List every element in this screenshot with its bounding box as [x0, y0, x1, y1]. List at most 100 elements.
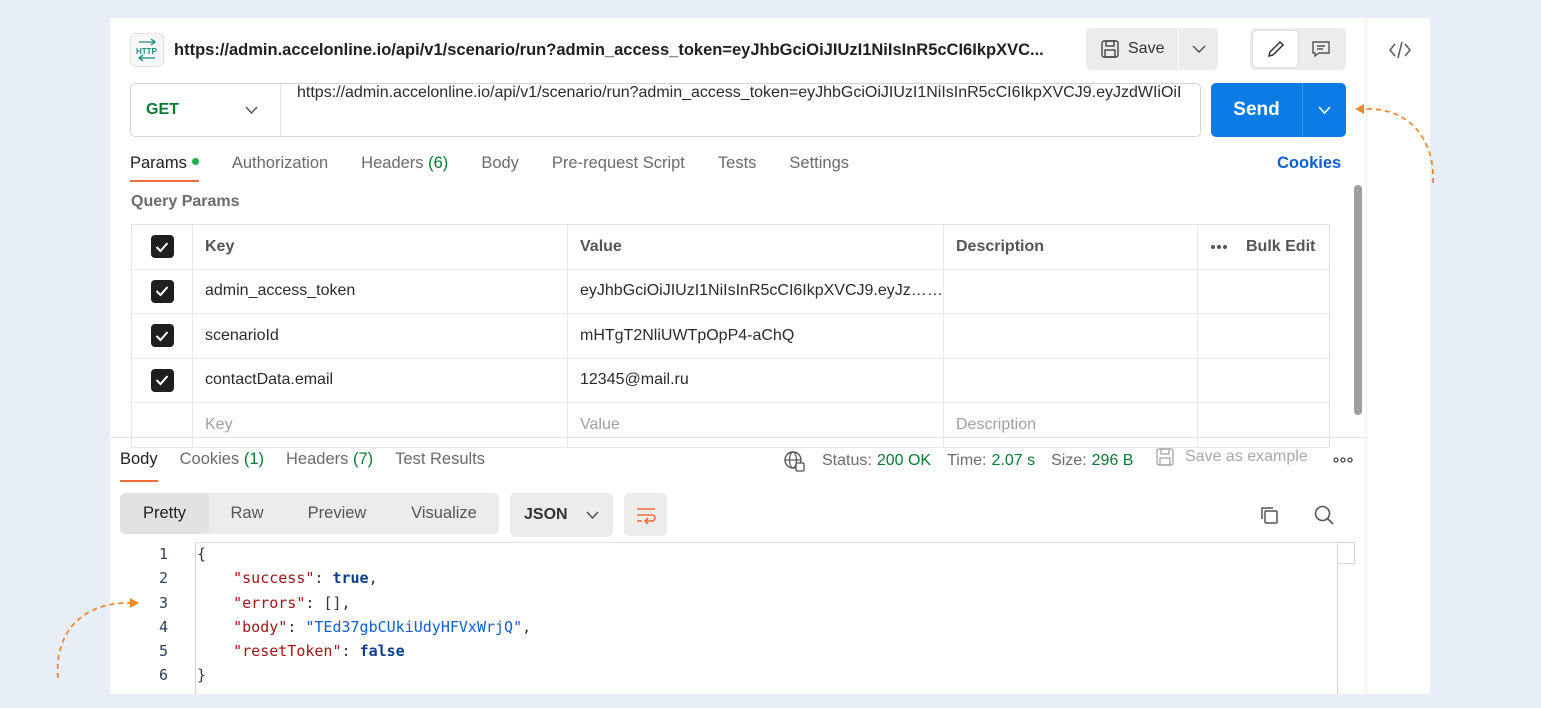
request-title[interactable]: https://admin.accelonline.io/api/v1/scen…: [174, 41, 1044, 60]
pane-divider[interactable]: [110, 437, 1366, 438]
row-checkbox[interactable]: [150, 368, 174, 392]
row-spacer: [1197, 358, 1329, 402]
code-line: 6 }: [110, 663, 206, 687]
response-meta: Status: 200 OK Time: 2.07 s Size: 296 B: [782, 448, 1133, 474]
param-key[interactable]: contactData.email: [192, 358, 567, 402]
row-checkbox[interactable]: [150, 324, 174, 348]
tab-headers[interactable]: Headers (6): [361, 150, 448, 182]
cookies-link[interactable]: Cookies: [1277, 154, 1341, 173]
check-icon: [155, 375, 169, 386]
size-label: Size:: [1051, 452, 1087, 469]
response-body-viewer[interactable]: 1 { 2 "success": true, 3 "errors": [], 4…: [110, 542, 1366, 694]
param-description[interactable]: [943, 314, 1197, 358]
param-key[interactable]: admin_access_token: [192, 269, 567, 313]
code-text: "resetToken": false: [233, 642, 405, 660]
code-line: 2 "success": true,: [110, 566, 378, 590]
json-key: "body": [233, 618, 288, 636]
send-button[interactable]: Send: [1211, 83, 1302, 137]
column-header-description: Description: [943, 225, 1197, 269]
code-line: 3 "errors": [],: [110, 591, 351, 615]
param-key[interactable]: scenarioId: [192, 314, 567, 358]
method-select[interactable]: GET: [131, 84, 281, 136]
response-tabs: Body Cookies (1) Headers (7) Test Result…: [120, 450, 507, 482]
table-row: admin_access_token eyJhbGciOiJIUzI1NiIsI…: [132, 269, 1329, 314]
copy-button[interactable]: [1256, 502, 1282, 528]
param-value[interactable]: mHTgT2NliUWTpOpP4-aChQ: [567, 314, 943, 358]
tab-resp-headers-label: Headers: [286, 450, 349, 468]
row-checkbox[interactable]: [150, 279, 174, 303]
edit-mode-button[interactable]: [1253, 31, 1298, 67]
chevron-down-icon: [586, 511, 599, 519]
request-title-bar: HTTP https://admin.accelonline.io/api/v1…: [130, 30, 1044, 70]
select-all-checkbox[interactable]: [150, 235, 174, 259]
wrap-lines-icon: [636, 507, 656, 525]
tab-params[interactable]: Params: [130, 150, 199, 182]
tab-test-results[interactable]: Test Results: [395, 450, 485, 482]
view-raw[interactable]: Raw: [209, 493, 285, 534]
column-header-key: Key: [192, 225, 567, 269]
response-more-button[interactable]: [1331, 452, 1355, 468]
json-value: "TEd37gbCUkiUdyHFVxWrjQ": [305, 618, 523, 636]
new-value-input[interactable]: Value: [567, 403, 943, 447]
param-value: eyJhbGciOiJIUzI1NiIsInR5cCI6IkpXVCJ9.eyJ…: [580, 282, 927, 300]
line-number: 1: [158, 545, 168, 563]
tab-response-headers[interactable]: Headers (7): [286, 450, 373, 482]
view-pretty[interactable]: Pretty: [120, 493, 209, 534]
tab-response-cookies[interactable]: Cookies (1): [180, 450, 264, 482]
line-number: 6: [158, 666, 168, 684]
tab-tests[interactable]: Tests: [718, 150, 757, 182]
comments-button[interactable]: [1298, 31, 1343, 67]
param-value[interactable]: 12345@mail.ru: [567, 358, 943, 402]
globe-icon[interactable]: [782, 449, 806, 473]
save-options-button[interactable]: [1179, 28, 1218, 70]
line-number: 2: [158, 569, 168, 587]
code-line: 4 "body": "TEd37gbCUkiUdyHFVxWrjQ",: [110, 615, 531, 639]
status-value[interactable]: 200 OK: [877, 452, 931, 470]
format-label: JSON: [524, 506, 568, 523]
view-visualize[interactable]: Visualize: [389, 493, 499, 534]
save-as-example-button[interactable]: Save as example: [1155, 447, 1308, 467]
request-tabs: Params Authorization Headers (6) Body Pr…: [130, 150, 882, 182]
new-key-input[interactable]: Key: [192, 403, 567, 447]
table-row: scenarioId mHTgT2NliUWTpOpP4-aChQ: [132, 314, 1329, 359]
tab-authorization[interactable]: Authorization: [232, 150, 328, 182]
chevron-down-icon: [1192, 45, 1206, 53]
query-params-label: Query Params: [131, 193, 240, 210]
tab-settings[interactable]: Settings: [789, 150, 849, 182]
send-options-button[interactable]: [1303, 83, 1346, 137]
tab-cookies-label: Cookies: [179, 450, 240, 468]
more-horizontal-icon: [1333, 457, 1353, 463]
empty-checkbox-cell: [132, 403, 192, 447]
request-pane-scrollbar[interactable]: [1354, 185, 1362, 415]
code-line: 1 {: [110, 542, 206, 566]
param-description[interactable]: [943, 269, 1197, 313]
code-right-border: [1337, 542, 1338, 694]
code-minimap[interactable]: [1337, 542, 1355, 564]
new-description-input[interactable]: Description: [943, 403, 1197, 447]
save-icon: [1101, 40, 1119, 58]
json-value: []: [323, 593, 342, 612]
param-value-cell[interactable]: eyJhbGciOiJIUzI1NiIsInR5cCI6IkpXVCJ9.eyJ…: [567, 269, 943, 313]
view-preview[interactable]: Preview: [285, 493, 389, 534]
wrap-lines-button[interactable]: [624, 493, 667, 536]
code-snippet-button[interactable]: [1380, 34, 1420, 66]
tab-params-label: Params: [130, 154, 187, 172]
format-select[interactable]: JSON: [510, 493, 613, 537]
new-param-row: Key Value Description: [132, 403, 1329, 448]
time-value[interactable]: 2.07 s: [991, 452, 1035, 470]
search-button[interactable]: [1311, 502, 1337, 528]
tab-pre-request-script[interactable]: Pre-request Script: [552, 150, 685, 182]
right-sidebar-divider: [1366, 18, 1367, 694]
tab-response-body[interactable]: Body: [120, 450, 158, 482]
json-value: true: [332, 569, 369, 587]
bulk-edit-button[interactable]: Bulk Edit: [1197, 225, 1329, 269]
tab-body[interactable]: Body: [481, 150, 519, 182]
url-input[interactable]: https://admin.accelonline.io/api/v1/scen…: [281, 84, 1200, 136]
code-top-border: [195, 542, 1355, 543]
save-button[interactable]: Save: [1086, 28, 1178, 70]
json-close-brace: }: [197, 666, 207, 684]
time-label: Time:: [947, 452, 987, 469]
param-description[interactable]: [943, 358, 1197, 402]
json-key: "errors": [233, 593, 306, 612]
size-value[interactable]: 296 B: [1092, 452, 1134, 470]
